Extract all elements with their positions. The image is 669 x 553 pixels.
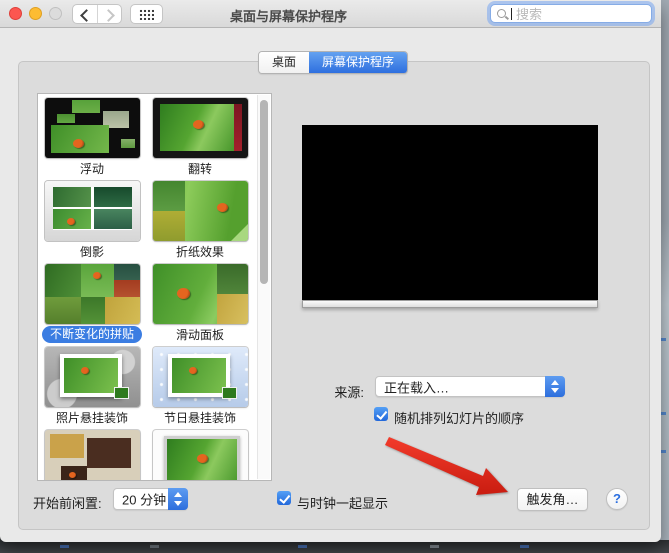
minimize-button[interactable] bbox=[29, 7, 42, 20]
screen-saver-thumbnail bbox=[152, 264, 248, 324]
back-button[interactable] bbox=[73, 5, 97, 23]
help-button[interactable]: ? bbox=[606, 488, 628, 510]
show-clock-checkbox[interactable] bbox=[277, 491, 291, 505]
search-icon bbox=[497, 9, 506, 18]
shuffle-label: 随机排列幻灯片的顺序 bbox=[394, 411, 525, 426]
screenshot-stage: 桌面与屏幕保护程序 桌面 屏幕保护程序 浮动 翻转 bbox=[0, 0, 669, 553]
tab-desktop[interactable]: 桌面 bbox=[259, 52, 310, 73]
background-artifact bbox=[298, 545, 307, 548]
list-scrollbar[interactable] bbox=[257, 95, 270, 479]
screen-saver-label: 照片悬挂装饰 bbox=[55, 411, 128, 425]
idle-time-value: 20 分钟 bbox=[122, 492, 167, 508]
screen-saver-item[interactable]: 折纸效果 bbox=[148, 181, 252, 261]
screen-saver-label: 不断变化的拼贴 bbox=[41, 326, 142, 343]
screen-saver-item[interactable]: 滑动面板 bbox=[148, 264, 252, 344]
tab-group: 桌面 屏幕保护程序 bbox=[258, 51, 409, 74]
photo-frame bbox=[167, 354, 230, 397]
screen-saver-label: 倒影 bbox=[79, 245, 104, 259]
title-bar: 桌面与屏幕保护程序 bbox=[0, 0, 661, 28]
screen-saver-thumbnail bbox=[44, 430, 140, 480]
ladybug-icon bbox=[176, 288, 190, 299]
screen-saver-thumbnail bbox=[152, 181, 248, 241]
background-artifact bbox=[150, 545, 159, 548]
photo-frame bbox=[59, 354, 122, 397]
screen-saver-item[interactable]: 翻转 bbox=[148, 98, 252, 178]
ladybug-icon bbox=[68, 472, 76, 478]
search-field[interactable] bbox=[490, 4, 652, 23]
screen-saver-item[interactable]: 照片悬挂装饰 bbox=[40, 347, 144, 427]
source-popup[interactable]: 正在载入… bbox=[375, 376, 565, 397]
screen-saver-item[interactable]: 节日悬挂装饰 bbox=[148, 347, 252, 427]
screen-saver-preview[interactable] bbox=[302, 125, 598, 300]
source-label: 来源: bbox=[334, 385, 364, 400]
ladybug-icon bbox=[92, 272, 101, 279]
close-button[interactable] bbox=[9, 7, 22, 20]
ladybug-icon bbox=[216, 203, 228, 212]
popup-stepper-icon bbox=[545, 376, 565, 397]
screen-saver-label: 滑动面板 bbox=[175, 328, 224, 342]
screen-saver-item[interactable]: 浮动 bbox=[40, 98, 144, 178]
background-artifact bbox=[60, 545, 69, 548]
screen-saver-label: 折纸效果 bbox=[175, 245, 224, 259]
idle-time-label: 开始前闲置: bbox=[33, 496, 102, 511]
ladybug-icon bbox=[66, 218, 75, 225]
screen-saver-item[interactable] bbox=[40, 430, 144, 480]
background-artifact bbox=[430, 545, 439, 548]
ladybug-icon bbox=[188, 367, 197, 374]
text-cursor bbox=[511, 8, 512, 20]
screen-saver-item[interactable]: 不断变化的拼贴 bbox=[40, 264, 144, 344]
screen-saver-label: 节日悬挂装饰 bbox=[163, 411, 236, 425]
screen-saver-thumbnail bbox=[44, 181, 140, 241]
grid-icon bbox=[139, 9, 154, 20]
screen-saver-thumbnail bbox=[44, 98, 140, 158]
screen-saver-thumbnail bbox=[152, 347, 248, 407]
forward-button[interactable] bbox=[96, 5, 122, 23]
idle-time-popup[interactable]: 20 分钟 bbox=[113, 488, 188, 510]
screen-saver-list: 浮动 翻转 倒影 折纸效果 不断变化的拼贴 滑动面板 照片悬挂装饰 节日悬挂装饰 bbox=[37, 93, 272, 481]
hot-corners-button[interactable]: 触发角… bbox=[517, 488, 588, 511]
screen-saver-thumbnail bbox=[44, 264, 140, 324]
ladybug-icon bbox=[80, 367, 89, 374]
scrollbar-thumb[interactable] bbox=[260, 100, 268, 284]
zoom-button-disabled bbox=[49, 7, 62, 20]
ladybug-icon bbox=[72, 139, 84, 148]
screen-saver-item[interactable] bbox=[148, 430, 252, 480]
tab-screen-saver[interactable]: 屏幕保护程序 bbox=[309, 52, 408, 73]
popup-stepper-icon bbox=[168, 488, 188, 510]
ladybug-icon bbox=[196, 454, 208, 463]
screen-saver-thumbnail bbox=[152, 430, 248, 480]
chevron-left-icon bbox=[80, 9, 93, 22]
source-popup-value: 正在载入… bbox=[384, 380, 450, 395]
ladybug-icon bbox=[192, 120, 204, 129]
screen-saver-thumbnail bbox=[152, 98, 248, 158]
saver-grid: 浮动 翻转 倒影 折纸效果 不断变化的拼贴 滑动面板 照片悬挂装饰 节日悬挂装饰 bbox=[40, 98, 258, 480]
screen-saver-item[interactable]: 倒影 bbox=[40, 181, 144, 261]
show-all-button[interactable] bbox=[130, 4, 163, 24]
preview-base bbox=[302, 300, 598, 308]
screen-saver-thumbnail bbox=[44, 347, 140, 407]
screen-saver-label: 翻转 bbox=[187, 162, 212, 176]
search-input[interactable] bbox=[514, 6, 648, 23]
shuffle-checkbox[interactable] bbox=[374, 407, 388, 421]
preferences-window: 桌面与屏幕保护程序 桌面 屏幕保护程序 浮动 翻转 bbox=[0, 0, 661, 542]
nav-back-forward-group bbox=[72, 4, 122, 24]
show-clock-label: 与时钟一起显示 bbox=[297, 496, 389, 511]
chevron-right-icon bbox=[101, 9, 115, 22]
screen-saver-label: 浮动 bbox=[79, 162, 104, 176]
background-artifact bbox=[520, 545, 529, 548]
window-title: 桌面与屏幕保护程序 bbox=[230, 9, 348, 24]
